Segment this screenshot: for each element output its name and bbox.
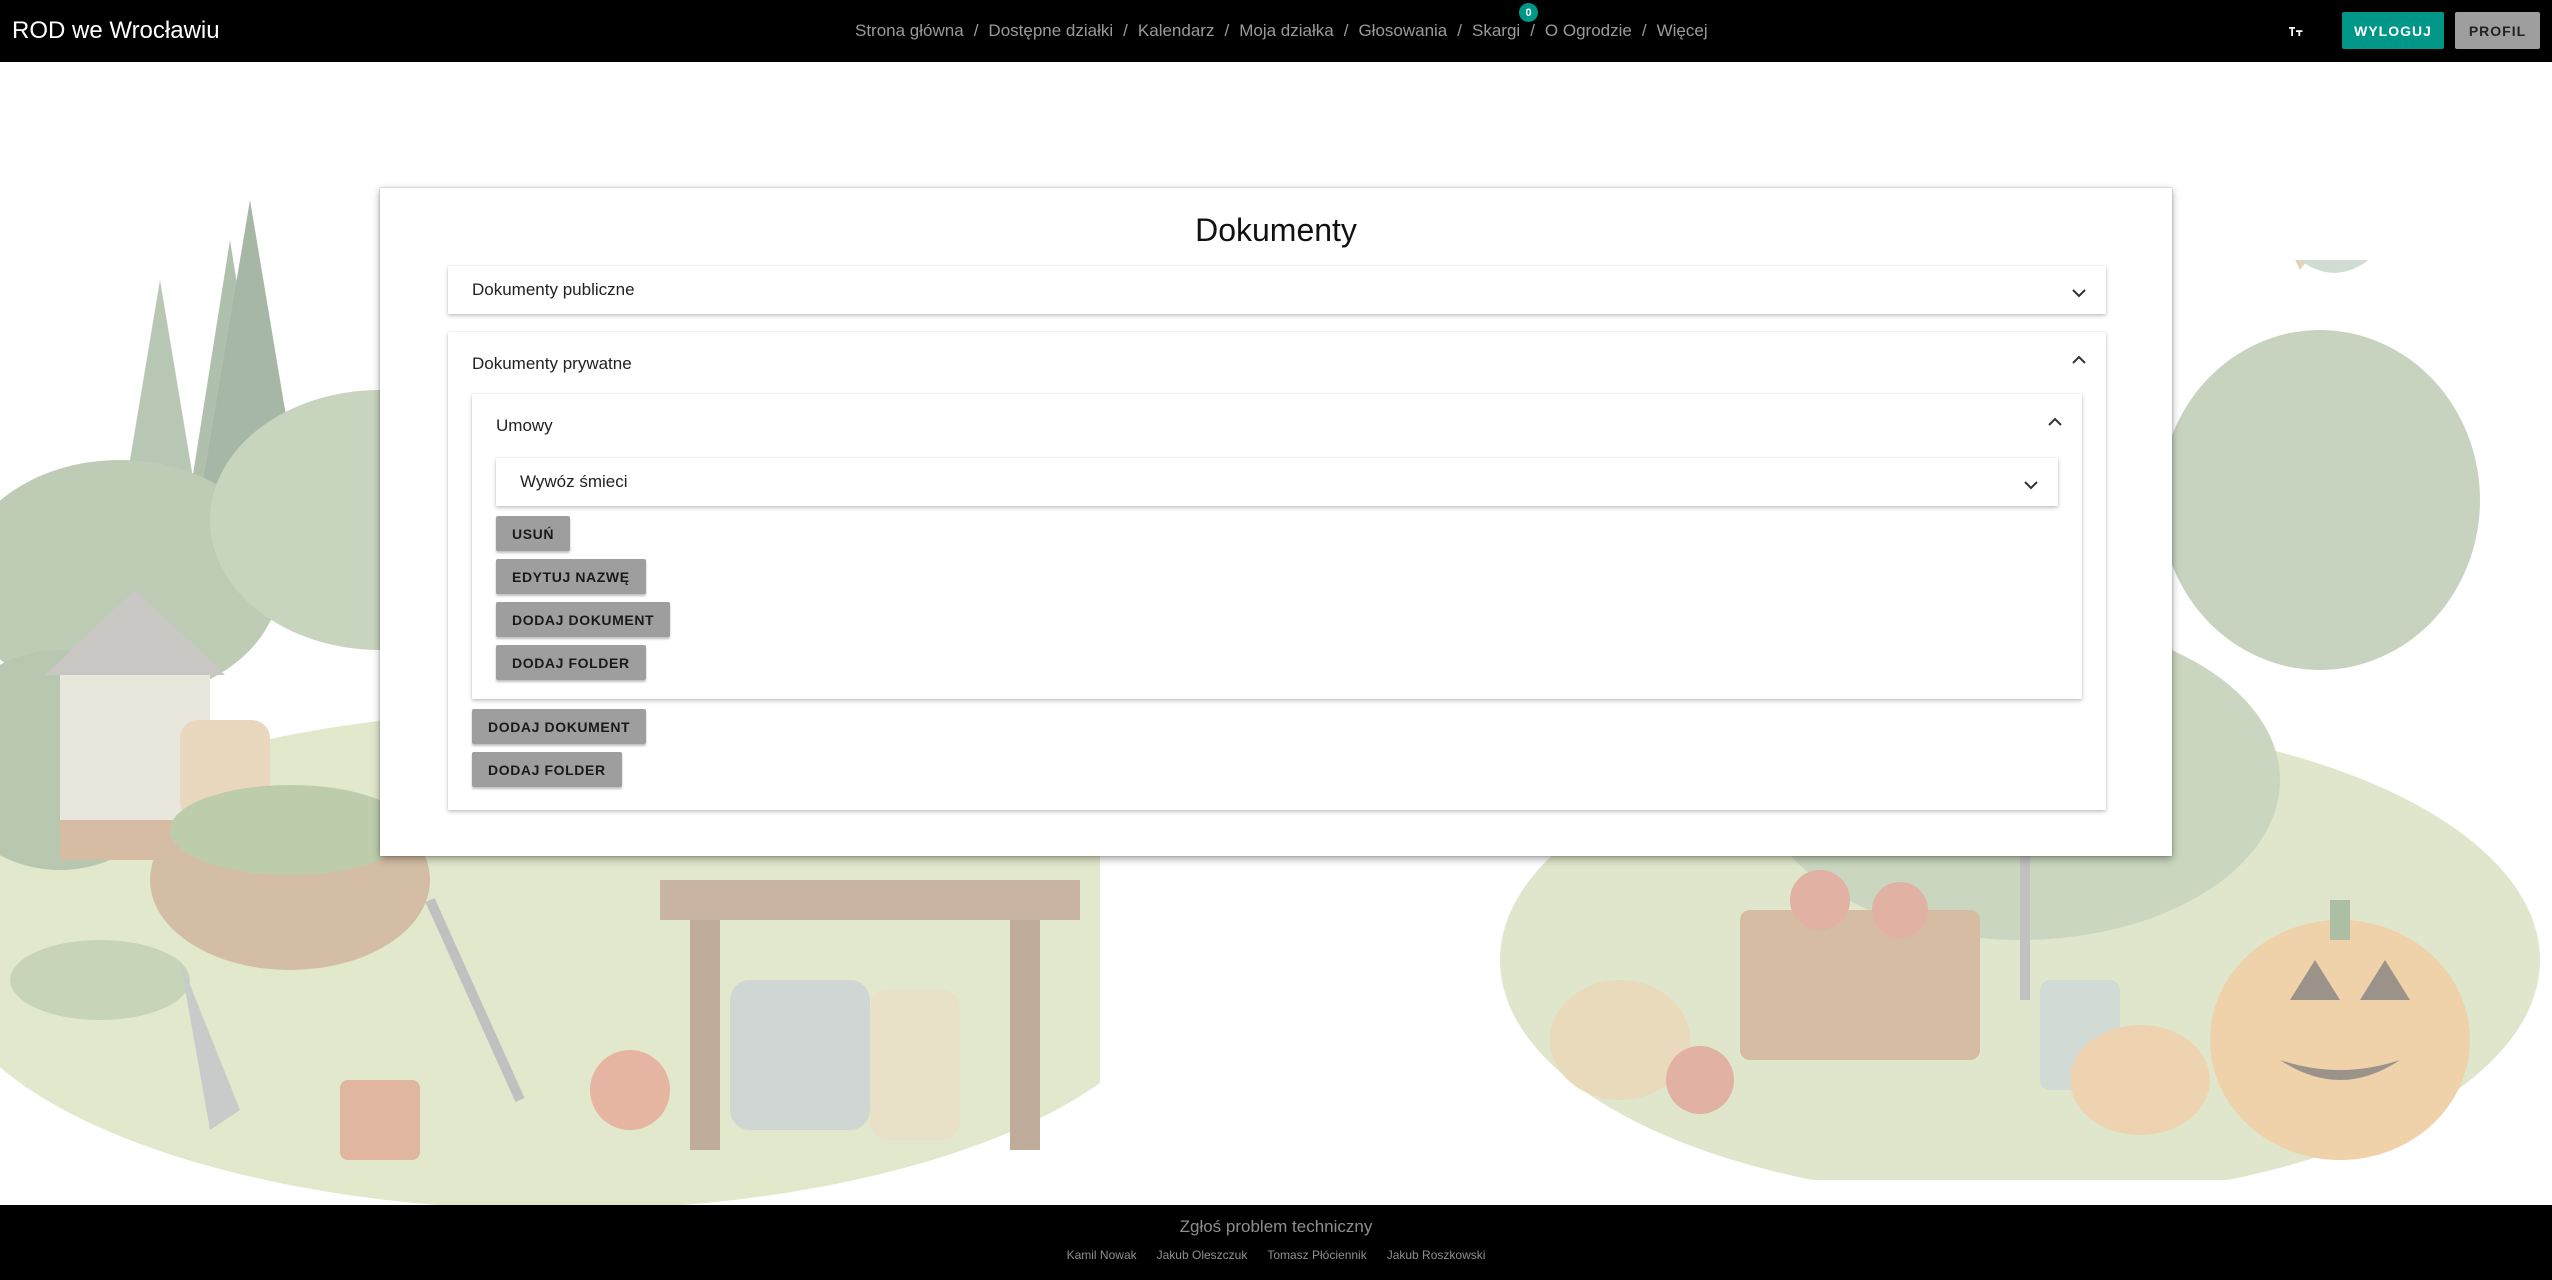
chevron-up-icon[interactable] <box>2070 350 2088 368</box>
main-nav: Strona główna / Dostępne działki / Kalen… <box>855 3 1708 44</box>
folder-panel-umowy: Umowy Wywóz śmieci USUŃ EDYTUJ NAZWĘ DOD… <box>472 394 2082 699</box>
public-documents-panel[interactable]: Dokumenty publiczne <box>448 266 2106 314</box>
nav-separator: / <box>1224 21 1230 40</box>
text-size-icon[interactable] <box>2282 17 2310 45</box>
nav-available-plots[interactable]: Dostępne działki <box>988 21 1113 41</box>
delete-folder-button[interactable]: USUŃ <box>496 516 571 551</box>
documents-card: Dokumenty Dokumenty publiczne Dokumenty … <box>380 188 2172 856</box>
folder-add-document-button[interactable]: DODAJ DOKUMENT <box>496 602 671 637</box>
subfolder-panel-wywoz-smieci[interactable]: Wywóz śmieci <box>496 458 2058 506</box>
author-link[interactable]: Jakub Roszkowski <box>1387 1248 1486 1262</box>
author-link[interactable]: Kamil Nowak <box>1067 1248 1137 1262</box>
top-navbar: ROD we Wrocławiu Strona główna / Dostępn… <box>0 0 2552 62</box>
nav-complaints-label: Skargi <box>1472 21 1521 40</box>
subfolder-wywoz-smieci-label: Wywóz śmieci <box>520 472 628 491</box>
nav-more[interactable]: Więcej <box>1657 21 1708 41</box>
private-add-folder-button[interactable]: DODAJ FOLDER <box>472 752 622 787</box>
nav-home[interactable]: Strona główna <box>855 21 964 41</box>
logout-button[interactable]: WYLOGUJ <box>2342 12 2444 49</box>
page-title: Dokumenty <box>1195 212 1357 248</box>
nav-separator: / <box>1530 21 1535 40</box>
complaints-count-badge: 0 <box>1519 3 1538 22</box>
private-documents-panel: Dokumenty prywatne Umowy Wywóz śmieci US… <box>448 332 2106 810</box>
chevron-up-icon[interactable] <box>2046 412 2064 430</box>
nav-separator: / <box>1641 21 1647 40</box>
author-link[interactable]: Tomasz Płóciennik <box>1267 1248 1366 1262</box>
profile-button[interactable]: PROFIL <box>2455 12 2540 49</box>
nav-separator: / <box>1343 21 1349 40</box>
nav-about-garden[interactable]: O Ogrodzie <box>1545 21 1632 41</box>
folder-umowy-label[interactable]: Umowy <box>496 416 553 436</box>
chevron-down-icon[interactable] <box>2070 284 2088 302</box>
nav-complaints[interactable]: Skargi 0 <box>1472 3 1538 41</box>
rename-folder-button[interactable]: EDYTUJ NAZWĘ <box>496 559 646 594</box>
report-technical-problem-link[interactable]: Zgłoś problem techniczny <box>0 1217 2552 1237</box>
nav-separator: / <box>1123 21 1128 40</box>
nav-separator: / <box>1457 21 1462 40</box>
authors-list: Kamil Nowak Jakub Oleszczuk Tomasz Płóci… <box>0 1248 2552 1262</box>
nav-my-plot[interactable]: Moja działka <box>1239 21 1334 41</box>
public-documents-label: Dokumenty publiczne <box>472 280 635 299</box>
private-documents-label[interactable]: Dokumenty prywatne <box>472 354 632 374</box>
folder-add-folder-button[interactable]: DODAJ FOLDER <box>496 645 646 680</box>
nav-separator: / <box>973 21 979 40</box>
chevron-down-icon[interactable] <box>2022 476 2040 494</box>
footer: Zgłoś problem techniczny Kamil Nowak Jak… <box>0 1205 2552 1280</box>
private-add-document-button[interactable]: DODAJ DOKUMENT <box>472 709 647 744</box>
nav-calendar[interactable]: Kalendarz <box>1138 21 1215 41</box>
brand-title[interactable]: ROD we Wrocławiu <box>12 14 220 48</box>
nav-votes[interactable]: Głosowania <box>1358 21 1447 41</box>
author-link[interactable]: Jakub Oleszczuk <box>1157 1248 1248 1262</box>
